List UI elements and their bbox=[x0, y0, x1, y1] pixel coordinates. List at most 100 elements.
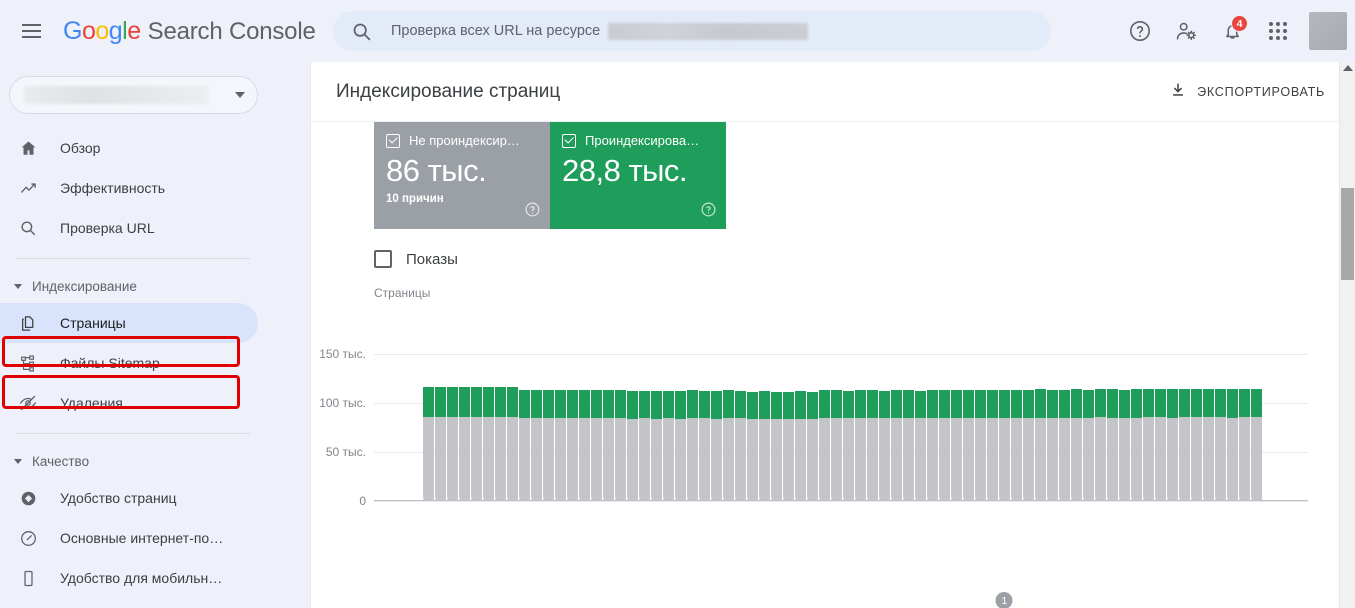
chart-bar[interactable] bbox=[975, 389, 986, 501]
chart-bar[interactable] bbox=[519, 389, 530, 501]
chart-bar[interactable] bbox=[471, 386, 482, 501]
search-input[interactable]: Проверка всех URL на ресурсе bbox=[333, 11, 1051, 51]
chart-bar[interactable] bbox=[963, 389, 974, 501]
chart-bar[interactable] bbox=[615, 389, 626, 501]
chart-bar[interactable] bbox=[1083, 389, 1094, 501]
checkbox-checked-icon[interactable] bbox=[386, 133, 400, 148]
chart-bar[interactable] bbox=[507, 386, 518, 501]
sidebar-item-page-experience[interactable]: Удобство страниц bbox=[0, 478, 258, 518]
chart-bar[interactable] bbox=[915, 390, 926, 501]
chart-bar[interactable] bbox=[1107, 389, 1118, 501]
chart-bar[interactable] bbox=[1071, 389, 1082, 501]
chart-bar[interactable] bbox=[891, 390, 902, 501]
chart-bar[interactable] bbox=[567, 389, 578, 501]
chart-bar[interactable] bbox=[687, 390, 698, 501]
chart-plot-area[interactable] bbox=[423, 354, 1262, 501]
chart-bar[interactable] bbox=[1191, 389, 1202, 501]
avatar[interactable] bbox=[1309, 12, 1347, 50]
chart-bar[interactable] bbox=[927, 389, 938, 501]
chart-bar[interactable] bbox=[783, 391, 794, 501]
chart-bar[interactable] bbox=[639, 390, 650, 501]
chart-bar[interactable] bbox=[483, 386, 494, 501]
sidebar-group-quality[interactable]: Качество bbox=[0, 444, 242, 478]
chart-bar[interactable] bbox=[747, 391, 758, 501]
chart-bar[interactable] bbox=[1215, 389, 1226, 501]
chart-bar[interactable] bbox=[531, 389, 542, 501]
chart-bar[interactable] bbox=[675, 390, 686, 501]
chart-bar[interactable] bbox=[843, 390, 854, 501]
chart-annotation-marker[interactable]: 1 bbox=[995, 592, 1013, 608]
chart-bar[interactable] bbox=[831, 390, 842, 501]
help-circle-icon[interactable] bbox=[524, 201, 541, 223]
sidebar-item-mobile-usability[interactable]: Удобство для мобильн… bbox=[0, 558, 258, 598]
property-selector[interactable] bbox=[9, 76, 258, 114]
chart-bar[interactable] bbox=[627, 390, 638, 501]
checkbox-checked-icon[interactable] bbox=[562, 133, 576, 148]
chart-bar[interactable] bbox=[1179, 389, 1190, 501]
chart-bar[interactable] bbox=[1203, 389, 1214, 501]
chart-bar[interactable] bbox=[759, 391, 770, 501]
sidebar-item-core-web-vitals[interactable]: Основные интернет-по… bbox=[0, 518, 258, 558]
checkbox-unchecked-icon[interactable] bbox=[374, 250, 392, 268]
chart-bar[interactable] bbox=[1035, 389, 1046, 501]
chart-bar[interactable] bbox=[903, 390, 914, 501]
chart-bar[interactable] bbox=[591, 389, 602, 501]
chart-bar[interactable] bbox=[1239, 389, 1250, 501]
sidebar-item-removals[interactable]: Удаления bbox=[0, 383, 258, 423]
chart-bar[interactable] bbox=[807, 391, 818, 501]
vertical-scrollbar[interactable] bbox=[1339, 62, 1355, 608]
chart-bar[interactable] bbox=[543, 389, 554, 501]
scrollbar-thumb[interactable] bbox=[1341, 188, 1354, 280]
metric-card-indexed[interactable]: Проиндексирова… 28,8 тыс. bbox=[550, 122, 726, 229]
chart-bar[interactable] bbox=[447, 386, 458, 501]
chart-bar[interactable] bbox=[1143, 389, 1154, 501]
chart-bar[interactable] bbox=[579, 389, 590, 501]
chart-bar[interactable] bbox=[423, 387, 434, 501]
chart-bar[interactable] bbox=[855, 390, 866, 501]
chart-bar[interactable] bbox=[459, 386, 470, 501]
chart-bar[interactable] bbox=[1023, 390, 1034, 501]
notifications-button[interactable]: 4 bbox=[1211, 10, 1253, 52]
chart-bar[interactable] bbox=[555, 389, 566, 501]
scroll-up-arrow-icon[interactable] bbox=[1342, 65, 1353, 71]
chart-bar[interactable] bbox=[1131, 389, 1142, 501]
chart-bar[interactable] bbox=[771, 391, 782, 501]
chart-bar[interactable] bbox=[711, 390, 722, 501]
chart-bar[interactable] bbox=[1059, 389, 1070, 501]
chart-bar[interactable] bbox=[879, 390, 890, 501]
impressions-checkbox[interactable]: Показы bbox=[374, 250, 1355, 268]
chart-bar[interactable] bbox=[1011, 389, 1022, 501]
help-circle-icon[interactable] bbox=[700, 201, 717, 223]
chart-bar[interactable] bbox=[867, 390, 878, 501]
sidebar-item-sitemaps[interactable]: Файлы Sitemap bbox=[0, 343, 258, 383]
chart-bar[interactable] bbox=[795, 391, 806, 501]
chart-bar[interactable] bbox=[999, 389, 1010, 501]
export-button[interactable]: ЭКСПОРТИРОВАТЬ bbox=[1169, 81, 1325, 102]
chart-bar[interactable] bbox=[987, 390, 998, 501]
chart-bar[interactable] bbox=[723, 390, 734, 501]
chart-bar[interactable] bbox=[939, 389, 950, 501]
chart-bar[interactable] bbox=[735, 390, 746, 501]
chart-bar[interactable] bbox=[699, 390, 710, 501]
sidebar-item-overview[interactable]: Обзор bbox=[0, 128, 258, 168]
chart-bar[interactable] bbox=[1167, 389, 1178, 501]
chart-bar[interactable] bbox=[819, 390, 830, 501]
chart-bar[interactable] bbox=[1119, 389, 1130, 501]
account-settings-button[interactable] bbox=[1165, 10, 1207, 52]
chart-bar[interactable] bbox=[951, 390, 962, 501]
chart-bar[interactable] bbox=[651, 391, 662, 501]
metric-card-not-indexed[interactable]: Не проиндексир… 86 тыс. 10 причин bbox=[374, 122, 550, 229]
chart-bar[interactable] bbox=[495, 386, 506, 501]
chart-bar[interactable] bbox=[1095, 389, 1106, 501]
chart-bar[interactable] bbox=[1155, 389, 1166, 501]
sidebar-item-performance[interactable]: Эффективность bbox=[0, 168, 258, 208]
sidebar-item-pages[interactable]: Страницы bbox=[0, 303, 258, 343]
chart-bar[interactable] bbox=[663, 390, 674, 501]
apps-button[interactable] bbox=[1257, 10, 1299, 52]
hamburger-menu-icon[interactable] bbox=[8, 8, 54, 54]
brand-logo[interactable]: Google Search Console bbox=[63, 17, 316, 46]
help-button[interactable] bbox=[1119, 10, 1161, 52]
sidebar-group-indexing[interactable]: Индексирование bbox=[0, 269, 242, 303]
chart-bar[interactable] bbox=[603, 389, 614, 501]
chart-bar[interactable] bbox=[1251, 389, 1262, 501]
